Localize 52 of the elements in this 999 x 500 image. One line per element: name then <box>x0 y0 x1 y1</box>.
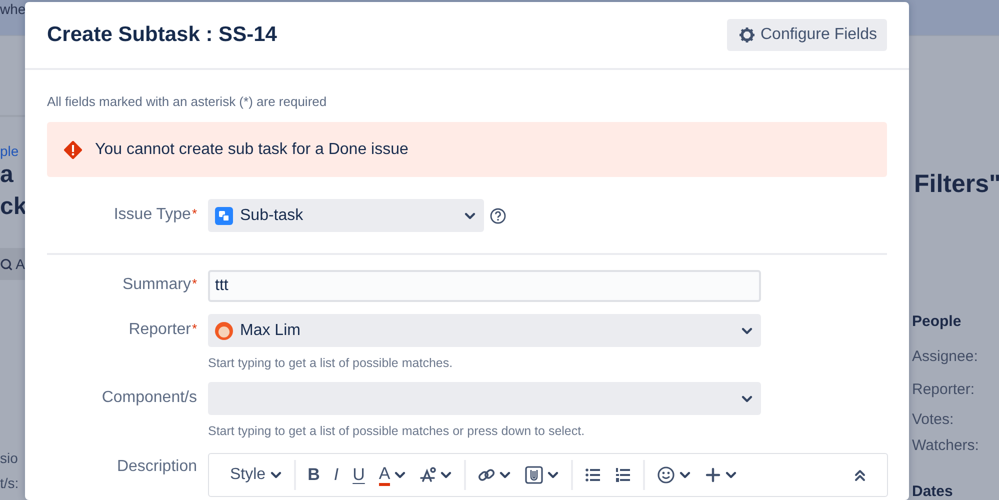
description-editor[interactable]: Style B I U A <box>208 453 888 497</box>
select-value: Sub-task <box>240 206 304 224</box>
required-mark: * <box>192 276 197 291</box>
search-icon <box>0 258 13 270</box>
field-hint: Start typing to get a list of possible matches. <box>208 356 454 370</box>
field-label: Summary <box>122 276 191 294</box>
select-field[interactable]: Max Lim <box>208 314 761 347</box>
page-text: whe <box>0 1 26 17</box>
field-label: Reporter <box>128 321 191 339</box>
underline-button[interactable]: U <box>346 460 372 490</box>
text-color-button[interactable]: A <box>372 460 414 490</box>
settings-icon <box>738 27 754 43</box>
italic-button[interactable]: I <box>326 460 346 490</box>
field-hint: Start typing to get a list of possible matches or press down to select. <box>208 424 586 438</box>
section-heading: Dates <box>912 484 954 500</box>
field-label: Component/s <box>102 389 197 407</box>
field-label: Assignee: <box>912 348 979 365</box>
bullet-list-icon <box>585 467 602 483</box>
error-message: You cannot create sub task for a Done issue <box>95 140 408 158</box>
required-fields-note: All fields marked with an asterisk (*) are required <box>47 94 328 110</box>
text-format-icon <box>420 467 436 483</box>
collapse-icon <box>854 468 866 482</box>
field-label: Reporter: <box>912 381 976 398</box>
required-mark: * <box>192 321 197 336</box>
link-icon <box>478 467 496 483</box>
summary-input[interactable]: ttt <box>208 270 761 302</box>
issue-title: ck <box>0 192 25 222</box>
select-field[interactable] <box>208 382 761 415</box>
attachment-icon <box>525 466 544 484</box>
field-label: t/s: <box>0 474 20 493</box>
field-label: Issue Type <box>114 206 191 224</box>
issue-title: Filters" <box>914 169 999 200</box>
field-label: Description <box>116 458 197 476</box>
required-mark: * <box>192 206 197 221</box>
emoji-icon <box>657 466 676 484</box>
configure-fields-button[interactable]: Configure Fields <box>726 19 887 51</box>
error-icon <box>64 140 82 158</box>
bold-button[interactable]: B <box>300 460 327 490</box>
style-dropdown[interactable]: Style <box>223 460 289 490</box>
select-value: Max Lim <box>240 322 302 340</box>
field-label: Votes: <box>912 411 955 428</box>
dialog-title: Create Subtask : SS-14 <box>47 23 277 47</box>
numbered-list-icon <box>615 467 632 483</box>
section-heading: People <box>912 313 962 330</box>
field-label: Watchers: <box>912 437 980 454</box>
select-field[interactable]: Sub-task <box>208 199 484 232</box>
field-label: sio <box>0 449 19 468</box>
plus-icon <box>705 467 722 483</box>
comment-button[interactable]: A <box>0 248 25 280</box>
avatar-icon <box>215 322 233 340</box>
issue-title: a <box>0 160 14 190</box>
subtask-icon <box>215 206 233 224</box>
